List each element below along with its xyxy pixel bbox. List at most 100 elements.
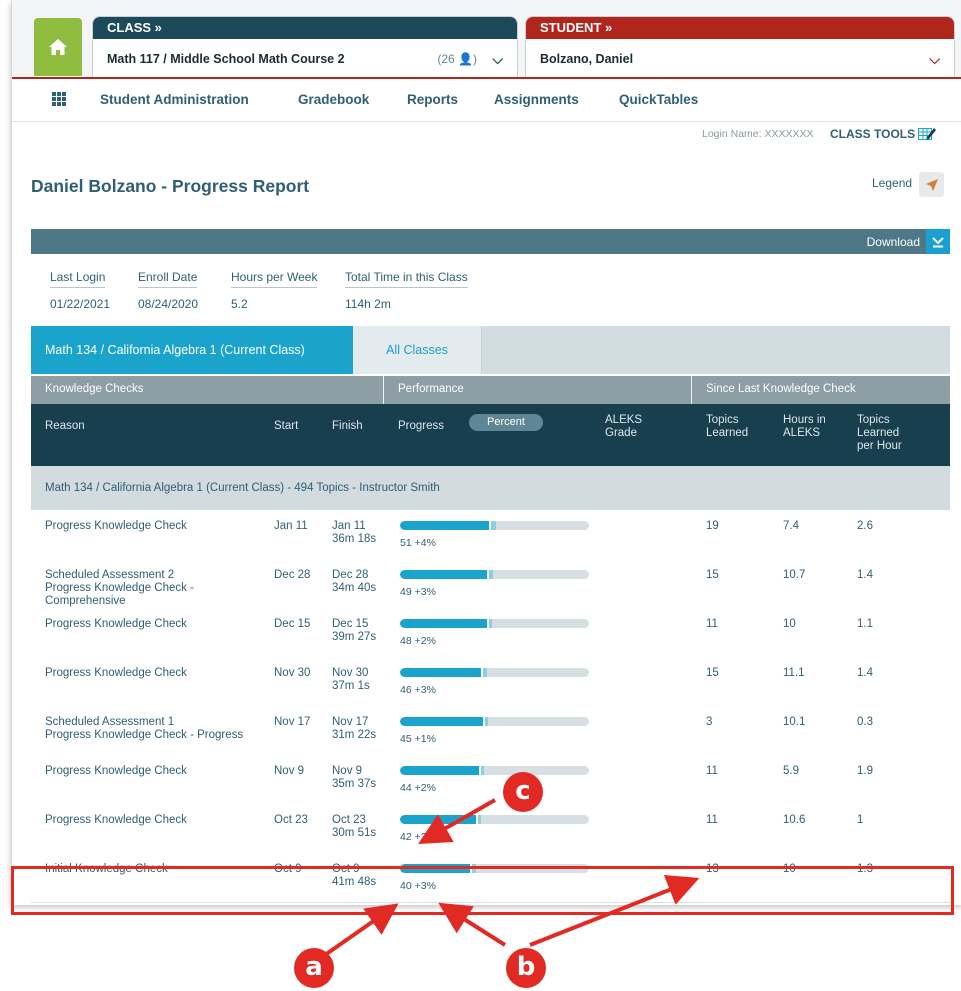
- progress-increase: [488, 570, 493, 579]
- row-reason[interactable]: Progress Knowledge Check: [45, 667, 270, 680]
- meta-label-hours-per-week: Hours per Week: [231, 270, 318, 288]
- progress-fill: [400, 570, 487, 579]
- tab-all-classes[interactable]: All Classes: [353, 326, 482, 374]
- row-finish-date: Oct 23: [332, 814, 366, 826]
- divider: [383, 376, 384, 404]
- table-row: Progress Knowledge Check Jan 11 Jan 11 36m …: [31, 510, 950, 560]
- row-finish-date: Jan 11: [332, 520, 366, 532]
- table-row: Scheduled Assessment 1 Progress Knowledg…: [31, 706, 950, 756]
- column-header: Reason Start Finish Progress Percent ALE…: [31, 404, 950, 466]
- row-reason[interactable]: Progress Knowledge Check: [45, 814, 270, 827]
- progress-fill: [400, 815, 476, 824]
- legend-label[interactable]: Legend: [872, 176, 912, 190]
- row-reason[interactable]: Progress Knowledge Check: [45, 618, 270, 631]
- student-name: Bolzano, Daniel: [540, 52, 634, 66]
- row-finish-time: 34m 40s: [332, 582, 377, 594]
- download-button[interactable]: [926, 229, 950, 254]
- class-name: Math 117 / Middle School Math Course 2: [107, 52, 345, 66]
- progress-fill: [400, 521, 489, 530]
- progress-bar: [400, 668, 589, 677]
- row-topics-per-hour: 1.1: [857, 618, 873, 630]
- row-finish-time: 36m 18s: [332, 533, 377, 545]
- row-topics-per-hour: 2.6: [857, 520, 873, 532]
- row-hours-in-aleks: 10.7: [783, 569, 806, 581]
- row-reason[interactable]: Scheduled Assessment 1 Progress Knowledg…: [45, 716, 270, 742]
- meta-label-last-login: Last Login: [50, 270, 106, 288]
- row-finish-date: Nov 30: [332, 667, 369, 679]
- col-topics-learned[interactable]: Topics Learned: [706, 414, 758, 440]
- row-start: Dec 28: [274, 569, 311, 581]
- callout-c: c: [503, 772, 543, 812]
- col-progress[interactable]: Progress: [398, 420, 444, 433]
- row-topics-per-hour: 1: [857, 814, 864, 826]
- arrow-a: [323, 903, 399, 957]
- apps-grid-icon[interactable]: [52, 92, 66, 106]
- table-row: Progress Knowledge Check Oct 23 Oct 23 30m …: [31, 804, 950, 854]
- progress-fill: [400, 668, 482, 677]
- download-icon: [932, 236, 944, 247]
- page-title: Daniel Bolzano - Progress Report: [31, 176, 310, 196]
- row-topics-learned: 11: [706, 618, 718, 630]
- row-hours-in-aleks: 10.6: [783, 814, 806, 826]
- row-finish-time: 39m 27s: [332, 631, 377, 643]
- col-finish[interactable]: Finish: [332, 420, 363, 433]
- class-tools-button[interactable]: CLASS TOOLS: [830, 126, 937, 141]
- progress-label: 51 +4%: [400, 537, 436, 549]
- navigation-arrow-icon: [925, 178, 938, 191]
- tab-current-class[interactable]: Math 134 / California Algebra 1 (Current…: [31, 326, 353, 374]
- legend-button[interactable]: [919, 172, 944, 197]
- chevron-down-icon[interactable]: ⌵: [492, 39, 503, 79]
- download-label[interactable]: Download: [867, 235, 920, 249]
- row-topics-learned: 19: [706, 520, 719, 532]
- student-selector[interactable]: STUDENT » Bolzano, Daniel ⌵: [525, 16, 955, 80]
- row-start: Dec 15: [274, 618, 311, 630]
- class-tabs: Math 134 / California Algebra 1 (Current…: [31, 326, 950, 374]
- nav-student-administration[interactable]: Student Administration: [100, 92, 249, 107]
- row-finish-date: Nov 17: [332, 716, 369, 728]
- col-start[interactable]: Start: [274, 420, 298, 433]
- row-finish-time: 30m 51s: [332, 827, 377, 839]
- row-finish-date: Dec 15: [332, 618, 369, 630]
- progress-bar: [400, 766, 589, 775]
- home-icon: [49, 39, 67, 55]
- row-hours-in-aleks: 11.1: [783, 667, 805, 679]
- row-topics-learned: 3: [706, 716, 713, 728]
- row-reason[interactable]: Progress Knowledge Check: [45, 520, 270, 533]
- row-topics-learned: 15: [706, 569, 719, 581]
- download-bar: Download: [31, 229, 950, 254]
- main-nav: Student Administration Gradebook Reports…: [12, 79, 961, 122]
- nav-quicktables[interactable]: QuickTables: [619, 92, 698, 107]
- nav-reports[interactable]: Reports: [407, 92, 458, 107]
- section-title: Math 134 / California Algebra 1 (Current…: [45, 482, 440, 494]
- percent-toggle[interactable]: Percent: [469, 414, 543, 431]
- row-start: Nov 30: [274, 667, 311, 679]
- col-hours-in-aleks[interactable]: Hours in ALEKS: [783, 414, 828, 440]
- home-button[interactable]: [34, 18, 82, 76]
- chevron-down-icon[interactable]: ⌵: [929, 39, 940, 79]
- highlight-box: [11, 866, 954, 915]
- row-topics-per-hour: 1.4: [857, 667, 873, 679]
- col-reason[interactable]: Reason: [45, 420, 85, 433]
- meta-value-hours-per-week: 5.2: [231, 297, 248, 311]
- table-row: Scheduled Assessment 2 Progress Knowledg…: [31, 559, 950, 609]
- row-finish-time: 37m 1s: [332, 680, 370, 692]
- col-aleks-grade[interactable]: ALEKS Grade: [605, 414, 657, 440]
- progress-bar: [400, 619, 589, 628]
- meta-value-last-login: 01/22/2021: [50, 297, 111, 311]
- progress-fill: [400, 619, 487, 628]
- progress-label: 49 +3%: [400, 586, 436, 598]
- app-window: CLASS » Math 117 / Middle School Math Co…: [11, 0, 961, 905]
- row-finish-time: 35m 37s: [332, 778, 377, 790]
- progress-label: 42 +2%: [400, 831, 436, 843]
- nav-gradebook[interactable]: Gradebook: [298, 92, 369, 107]
- progress-label: 48 +2%: [400, 635, 436, 647]
- row-reason[interactable]: Scheduled Assessment 2 Progress Knowledg…: [45, 569, 270, 608]
- col-topics-per-hour[interactable]: Topics Learned per Hour: [857, 414, 909, 453]
- row-topics-per-hour: 1.4: [857, 569, 873, 581]
- group-since-last-check: Since Last Knowledge Check: [706, 383, 856, 395]
- group-performance: Performance: [398, 383, 464, 395]
- nav-assignments[interactable]: Assignments: [494, 92, 579, 107]
- progress-label: 45 +1%: [400, 733, 436, 745]
- class-selector[interactable]: CLASS » Math 117 / Middle School Math Co…: [92, 16, 518, 80]
- row-reason[interactable]: Progress Knowledge Check: [45, 765, 270, 778]
